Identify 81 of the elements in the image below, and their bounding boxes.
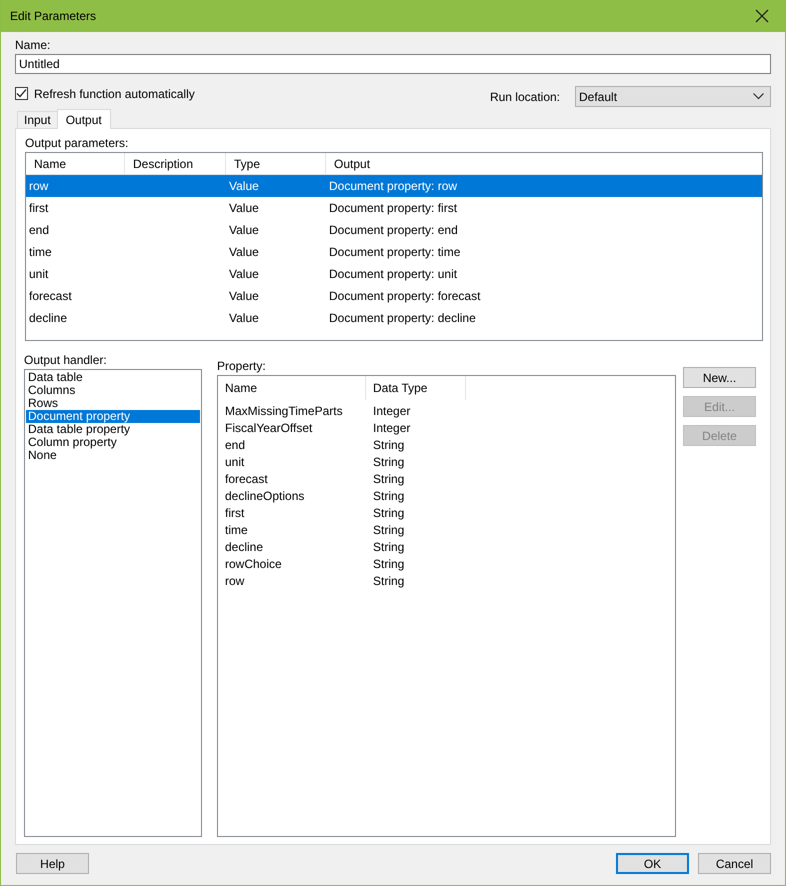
table-cell: Document property: forecast — [329, 289, 480, 303]
table-cell: String — [373, 488, 404, 502]
list-item[interactable]: Data table property — [26, 423, 200, 436]
table-cell: MaxMissingTimeParts — [225, 404, 343, 418]
table-cell: String — [373, 472, 404, 486]
table-cell: Document property: time — [329, 245, 460, 259]
table-cell: String — [373, 522, 404, 536]
table-cell: String — [373, 506, 404, 520]
table-cell: forecast — [225, 472, 268, 486]
table-cell: row — [29, 179, 48, 193]
parameter-row[interactable]: row Value Document property: row — [26, 175, 762, 197]
table-cell: decline — [225, 540, 264, 554]
property-label: Property: — [217, 359, 267, 373]
tab[interactable]: Output — [56, 109, 111, 129]
column-header[interactable]: Description — [125, 153, 226, 174]
table-cell: Document property: first — [329, 201, 458, 215]
parameter-row[interactable]: decline Value Document property: decline — [26, 307, 762, 329]
run-location-dropdown[interactable]: Default — [575, 86, 771, 107]
chevron-down-icon — [753, 93, 764, 100]
table-cell: forecast — [29, 289, 72, 303]
column-header[interactable]: Output — [326, 153, 762, 174]
table-cell: Value — [229, 201, 259, 215]
table-cell: Document property: decline — [329, 311, 476, 325]
checkbox[interactable] — [15, 87, 28, 100]
checkbox-label: Refresh function automatically — [34, 86, 195, 100]
table-cell: String — [373, 438, 404, 452]
table-cell: time — [225, 522, 248, 536]
column-header[interactable]: Data Type — [366, 376, 466, 400]
table-cell: Value — [229, 267, 259, 281]
name-field[interactable]: Untitled — [15, 54, 771, 74]
table-cell: unit — [225, 454, 244, 468]
table-cell: time — [29, 245, 52, 259]
table-cell: end — [225, 438, 246, 452]
table-cell: Document property: row — [329, 179, 458, 193]
output-handler-label: Output handler: — [24, 353, 108, 367]
table-cell: Document property: unit — [329, 267, 458, 281]
table-cell: Value — [229, 179, 259, 193]
window-title: Edit Parameters — [10, 9, 96, 23]
list-item[interactable]: Rows — [26, 397, 200, 410]
table-cell: String — [373, 556, 404, 570]
table-cell: end — [29, 223, 50, 237]
list-item[interactable]: Column property — [26, 436, 200, 449]
name-label: Name: — [15, 38, 52, 52]
tab[interactable]: Input — [17, 111, 58, 128]
table-cell: String — [373, 454, 404, 468]
table-cell: unit — [29, 267, 48, 281]
table-cell: declineOptions — [225, 488, 304, 502]
table-cell: Value — [229, 245, 259, 259]
parameter-row[interactable]: end Value Document property: end — [26, 219, 762, 241]
dialog-button[interactable]: Cancel — [698, 853, 771, 874]
table-cell: rowChoice — [225, 556, 282, 570]
table-cell: first — [225, 506, 244, 520]
table-cell: first — [29, 201, 48, 215]
action-button[interactable]: New... — [683, 367, 756, 388]
table-cell: decline — [29, 311, 68, 325]
parameter-row[interactable]: first Value Document property: first — [26, 197, 762, 219]
column-header[interactable]: Name — [218, 376, 366, 400]
table-cell: row — [225, 574, 244, 588]
close-icon — [755, 9, 769, 23]
column-header[interactable]: Type — [226, 153, 326, 174]
list-item[interactable]: None — [26, 449, 200, 462]
table-cell: Value — [229, 311, 259, 325]
table-cell: Value — [229, 289, 259, 303]
run-location-label: Run location: — [490, 90, 560, 104]
list-item[interactable]: Data table — [26, 371, 200, 384]
parameter-row[interactable]: unit Value Document property: unit — [26, 263, 762, 285]
parameter-row[interactable]: time Value Document property: time — [26, 241, 762, 263]
table-cell: String — [373, 540, 404, 554]
dialog-button[interactable]: OK — [616, 853, 689, 874]
list-item[interactable]: Document property — [26, 410, 200, 423]
column-header[interactable]: Name — [26, 153, 125, 174]
table-cell: Value — [229, 223, 259, 237]
parameter-row[interactable]: forecast Value Document property: forecast — [26, 285, 762, 307]
table-cell: String — [373, 574, 404, 588]
table-cell: Document property: end — [329, 223, 458, 237]
table-cell: Integer — [373, 420, 410, 434]
list-item[interactable]: Columns — [26, 384, 200, 397]
output-parameters-label: Output parameters: — [25, 136, 130, 150]
dialog-button[interactable]: Help — [16, 853, 89, 874]
table-cell: FiscalYearOffset — [225, 420, 312, 434]
table-cell: Integer — [373, 404, 410, 418]
